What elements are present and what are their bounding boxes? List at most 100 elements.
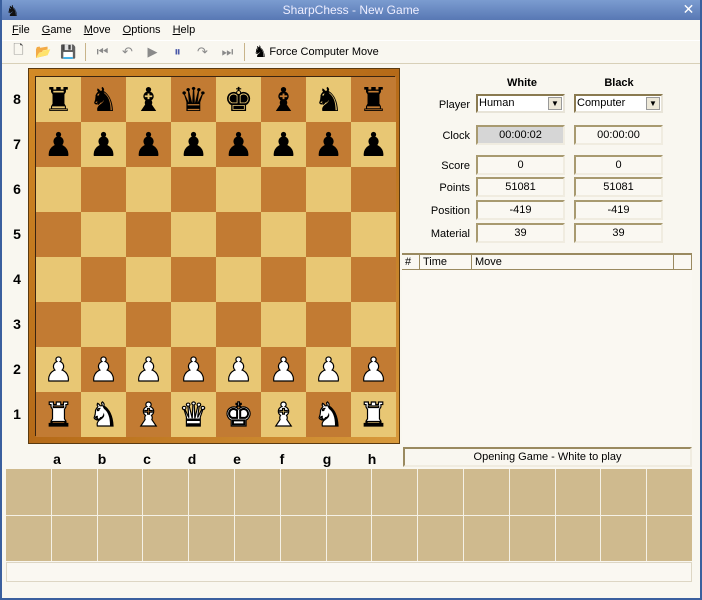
- black-king-icon[interactable]: ♚: [224, 83, 254, 116]
- square-e8[interactable]: ♚: [216, 77, 261, 122]
- square-c5[interactable]: [126, 212, 171, 257]
- open-folder-icon[interactable]: 📂: [31, 41, 56, 63]
- square-e7[interactable]: ♟: [216, 122, 261, 167]
- white-queen-icon[interactable]: ♛: [178, 397, 209, 431]
- square-h5[interactable]: [351, 212, 396, 257]
- square-f6[interactable]: [261, 167, 306, 212]
- square-a8[interactable]: ♜: [36, 77, 81, 122]
- square-h3[interactable]: [351, 302, 396, 347]
- square-b2[interactable]: ♟: [81, 347, 126, 392]
- black-rook-icon[interactable]: ♜: [44, 83, 74, 116]
- square-h8[interactable]: ♜: [351, 77, 396, 122]
- square-h4[interactable]: [351, 257, 396, 302]
- square-e3[interactable]: [216, 302, 261, 347]
- black-rook-icon[interactable]: ♜: [359, 83, 389, 116]
- square-g3[interactable]: [306, 302, 351, 347]
- menu-help[interactable]: Help: [167, 22, 202, 40]
- square-f7[interactable]: ♟: [261, 122, 306, 167]
- square-f2[interactable]: ♟: [261, 347, 306, 392]
- menu-game[interactable]: Game: [36, 22, 78, 40]
- white-bishop-icon[interactable]: ♝: [268, 397, 299, 431]
- column-time[interactable]: Time: [420, 255, 472, 269]
- black-pawn-icon[interactable]: ♟: [314, 128, 344, 161]
- black-pawn-icon[interactable]: ♟: [224, 128, 254, 161]
- black-pawn-icon[interactable]: ♟: [44, 128, 74, 161]
- square-c1[interactable]: ♝: [126, 392, 171, 437]
- square-f3[interactable]: [261, 302, 306, 347]
- white-pawn-icon[interactable]: ♟: [43, 352, 74, 386]
- first-move-icon[interactable]: ⏮: [90, 41, 115, 63]
- square-d2[interactable]: ♟: [171, 347, 216, 392]
- square-d8[interactable]: ♛: [171, 77, 216, 122]
- white-bishop-icon[interactable]: ♝: [133, 397, 164, 431]
- column-move[interactable]: Move: [472, 255, 674, 269]
- black-bishop-icon[interactable]: ♝: [269, 83, 299, 116]
- square-g2[interactable]: ♟: [306, 347, 351, 392]
- square-h1[interactable]: ♜: [351, 392, 396, 437]
- black-pawn-icon[interactable]: ♟: [134, 128, 164, 161]
- square-a7[interactable]: ♟: [36, 122, 81, 167]
- square-a2[interactable]: ♟: [36, 347, 81, 392]
- redo-icon[interactable]: ↷: [190, 41, 215, 63]
- chevron-down-icon[interactable]: ▼: [548, 97, 562, 110]
- black-pawn-icon[interactable]: ♟: [269, 128, 299, 161]
- square-b5[interactable]: [81, 212, 126, 257]
- last-move-icon[interactable]: ⏭: [215, 41, 240, 63]
- white-pawn-icon[interactable]: ♟: [358, 352, 389, 386]
- square-a3[interactable]: [36, 302, 81, 347]
- square-b6[interactable]: [81, 167, 126, 212]
- square-g4[interactable]: [306, 257, 351, 302]
- close-icon[interactable]: ✕: [681, 2, 696, 17]
- play-icon[interactable]: ▶: [140, 41, 165, 63]
- square-c8[interactable]: ♝: [126, 77, 171, 122]
- white-pawn-icon[interactable]: ♟: [88, 352, 119, 386]
- square-d3[interactable]: [171, 302, 216, 347]
- black-player-select[interactable]: Computer ▼: [574, 94, 663, 113]
- square-a6[interactable]: [36, 167, 81, 212]
- square-c7[interactable]: ♟: [126, 122, 171, 167]
- square-a1[interactable]: ♜: [36, 392, 81, 437]
- square-e2[interactable]: ♟: [216, 347, 261, 392]
- square-h6[interactable]: [351, 167, 396, 212]
- square-f4[interactable]: [261, 257, 306, 302]
- new-file-icon[interactable]: 🗋: [6, 41, 31, 63]
- menu-file[interactable]: File: [6, 22, 36, 40]
- pause-icon[interactable]: ⏸: [165, 41, 190, 63]
- square-d1[interactable]: ♛: [171, 392, 216, 437]
- square-d7[interactable]: ♟: [171, 122, 216, 167]
- square-d6[interactable]: [171, 167, 216, 212]
- square-f5[interactable]: [261, 212, 306, 257]
- chess-board[interactable]: ♜ ♞ ♝ ♛ ♚ ♝ ♞ ♜ ♟ ♟ ♟ ♟ ♟ ♟ ♟ ♟ ♟ ♟ ♟ ♟ ♟ ♟ ♟ ♟ ♜ ♞ ♝ ♛ ♚ ♝ ♞ ♜: [35, 76, 396, 437]
- undo-icon[interactable]: ↶: [115, 41, 140, 63]
- square-g7[interactable]: ♟: [306, 122, 351, 167]
- column-number[interactable]: #: [402, 255, 420, 269]
- black-queen-icon[interactable]: ♛: [179, 83, 209, 116]
- square-e6[interactable]: [216, 167, 261, 212]
- black-pawn-icon[interactable]: ♟: [179, 128, 209, 161]
- square-h2[interactable]: ♟: [351, 347, 396, 392]
- black-pawn-icon[interactable]: ♟: [89, 128, 119, 161]
- white-pawn-icon[interactable]: ♟: [178, 352, 209, 386]
- square-b3[interactable]: [81, 302, 126, 347]
- square-f8[interactable]: ♝: [261, 77, 306, 122]
- black-bishop-icon[interactable]: ♝: [134, 83, 164, 116]
- square-f1[interactable]: ♝: [261, 392, 306, 437]
- white-knight-icon[interactable]: ♞: [88, 397, 119, 431]
- square-g5[interactable]: [306, 212, 351, 257]
- square-g1[interactable]: ♞: [306, 392, 351, 437]
- menu-move[interactable]: Move: [78, 22, 117, 40]
- square-b4[interactable]: [81, 257, 126, 302]
- white-pawn-icon[interactable]: ♟: [223, 352, 254, 386]
- white-pawn-icon[interactable]: ♟: [313, 352, 344, 386]
- square-e4[interactable]: [216, 257, 261, 302]
- square-h7[interactable]: ♟: [351, 122, 396, 167]
- square-d4[interactable]: [171, 257, 216, 302]
- save-icon[interactable]: 💾: [56, 41, 81, 63]
- black-knight-icon[interactable]: ♞: [314, 83, 344, 116]
- square-g8[interactable]: ♞: [306, 77, 351, 122]
- white-rook-icon[interactable]: ♜: [358, 397, 389, 431]
- square-e1[interactable]: ♚: [216, 392, 261, 437]
- square-c6[interactable]: [126, 167, 171, 212]
- square-b7[interactable]: ♟: [81, 122, 126, 167]
- square-d5[interactable]: [171, 212, 216, 257]
